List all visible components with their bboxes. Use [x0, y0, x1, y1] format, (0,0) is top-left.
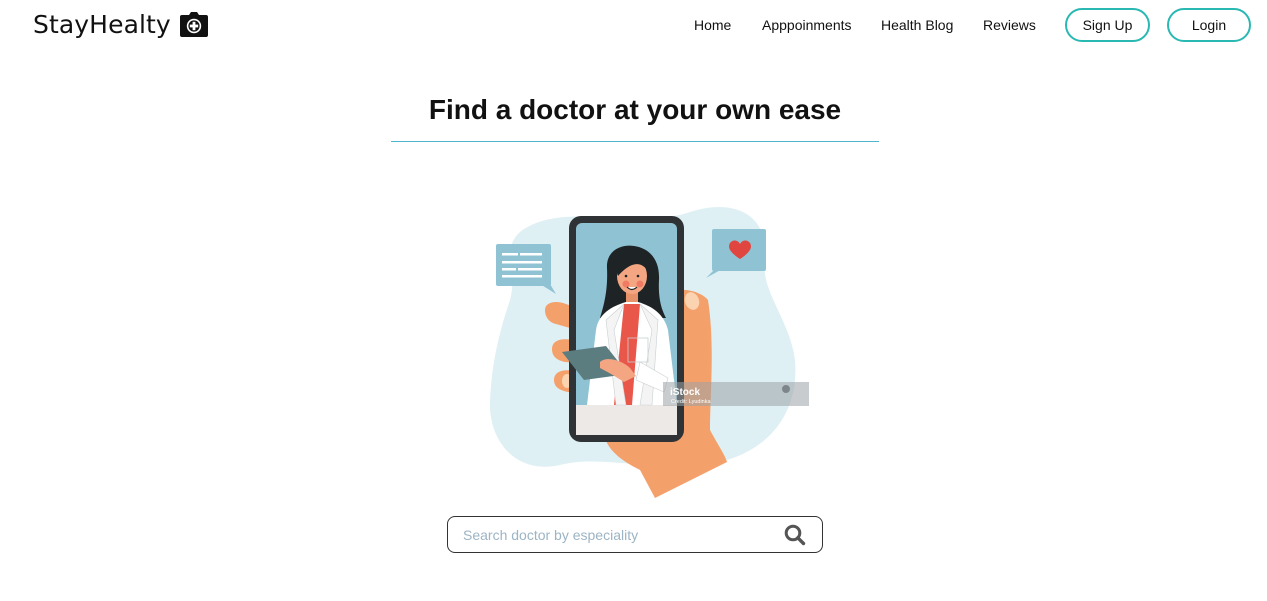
brand-logo[interactable]: StayHealty	[33, 6, 209, 42]
search-input[interactable]	[463, 526, 763, 543]
nav-home[interactable]: Home	[694, 17, 731, 33]
nav-reviews[interactable]: Reviews	[983, 17, 1036, 33]
brand-name: StayHealty	[33, 9, 171, 39]
stock-watermark: iStock Credit: Lyudinka	[663, 382, 809, 406]
signup-button[interactable]: Sign Up	[1065, 8, 1150, 42]
page: StayHealty Home Apppoinments Health Blog…	[0, 0, 1267, 601]
search-bar	[447, 516, 823, 553]
nav-appointments[interactable]: Apppoinments	[762, 17, 852, 33]
heart-bubble-icon	[706, 229, 766, 278]
page-title: Find a doctor at your own ease	[428, 94, 842, 125]
watermark-credit: Credit: Lyudinka	[671, 399, 711, 405]
title-divider	[391, 141, 879, 142]
search-icon[interactable]	[784, 524, 806, 546]
nav-health-blog[interactable]: Health Blog	[881, 17, 953, 33]
watermark-brand: iStock	[670, 387, 700, 398]
login-button[interactable]: Login	[1167, 8, 1251, 42]
medical-bag-icon	[179, 11, 208, 37]
doctor-on-phone-illustration: iStock Credit: Lyudinka	[489, 206, 809, 498]
